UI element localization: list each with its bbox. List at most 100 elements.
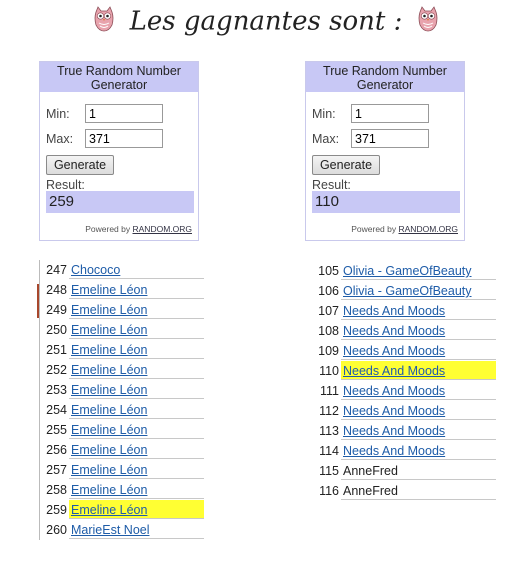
participant-link[interactable]: Needs And Moods: [341, 421, 496, 440]
row-number: 260: [46, 523, 67, 537]
table-row: 256 Emeline Léon: [40, 440, 205, 460]
row-number: 250: [46, 323, 67, 337]
table-row: 112 Needs And Moods: [312, 401, 496, 421]
table-row: 107 Needs And Moods: [312, 301, 496, 321]
powered-by-text: Powered by: [85, 224, 131, 234]
powered-by: Powered by RANDOM.ORG: [85, 224, 192, 234]
table-row: 108 Needs And Moods: [312, 321, 496, 341]
table-row: 111 Needs And Moods: [312, 381, 496, 401]
spreadsheet-right: 105 Olivia - GameOfBeauty 106 Olivia - Game…: [312, 261, 496, 501]
table-row: 258 Emeline Léon: [40, 480, 205, 500]
table-row: 257 Emeline Léon: [40, 460, 205, 480]
powered-by-text: Powered by: [351, 224, 397, 234]
participant-link[interactable]: Emeline Léon: [69, 340, 204, 359]
participant-link[interactable]: Emeline Léon: [69, 320, 204, 339]
participant-link[interactable]: Emeline Léon: [69, 360, 204, 379]
participant-link[interactable]: Needs And Moods: [341, 341, 496, 360]
table-row: 260 MarieEst Noel: [40, 520, 205, 540]
participant-link[interactable]: Emeline Léon: [69, 400, 204, 419]
participant-name: AnneFred: [341, 461, 496, 480]
row-number: 254: [46, 403, 67, 417]
table-row: 251 Emeline Léon: [40, 340, 205, 360]
min-label: Min:: [46, 107, 70, 121]
participant-link[interactable]: Olivia - GameOfBeauty: [341, 261, 496, 280]
powered-by: Powered by RANDOM.ORG: [351, 224, 458, 234]
max-input[interactable]: [85, 129, 163, 148]
max-label: Max:: [312, 132, 340, 146]
participant-link[interactable]: Emeline Léon: [69, 460, 204, 479]
table-row: 259 Emeline Léon: [40, 500, 205, 520]
min-input[interactable]: [85, 104, 163, 123]
participant-link[interactable]: Needs And Moods: [341, 441, 496, 460]
row-number: 258: [46, 483, 67, 497]
page-title: Les gagnantes sont :: [0, 6, 532, 39]
table-row: 248 Emeline Léon: [40, 280, 205, 300]
min-label: Min:: [312, 107, 336, 121]
row-number: 110: [319, 364, 339, 378]
row-number: 106: [318, 284, 339, 298]
table-row: 249 Emeline Léon: [40, 300, 205, 320]
row-number: 251: [46, 343, 67, 357]
participant-name: AnneFred: [341, 481, 496, 500]
row-number: 252: [46, 363, 67, 377]
random-org-link[interactable]: RANDOM.ORG: [399, 224, 459, 234]
row-number: 109: [318, 344, 339, 358]
participant-link[interactable]: Emeline Léon: [69, 280, 204, 299]
table-row: 116 AnneFred: [312, 481, 496, 501]
table-row: 247 Chococo: [40, 260, 205, 280]
owl-icon: [93, 6, 115, 39]
generator-title: True Random Number Generator: [40, 62, 198, 92]
title-text: Les gagnantes sont :: [129, 6, 403, 37]
owl-icon: [417, 6, 439, 39]
row-number: 249: [46, 303, 67, 317]
row-number: 116: [319, 484, 339, 498]
result-value: 110: [312, 191, 460, 213]
row-number: 257: [46, 463, 67, 477]
row-number: 248: [46, 283, 67, 297]
random-org-link[interactable]: RANDOM.ORG: [133, 224, 193, 234]
row-number: 259: [46, 503, 67, 517]
generate-button[interactable]: Generate: [46, 155, 114, 175]
table-row: 105 Olivia - GameOfBeauty: [312, 261, 496, 281]
participant-link[interactable]: Emeline Léon: [69, 480, 204, 499]
row-number: 112: [319, 404, 339, 418]
participant-link[interactable]: Needs And Moods: [341, 321, 496, 340]
participant-link[interactable]: Emeline Léon: [69, 500, 204, 519]
min-input[interactable]: [351, 104, 429, 123]
participant-link[interactable]: MarieEst Noel: [69, 520, 204, 539]
row-number: 113: [319, 424, 339, 438]
table-row: 114 Needs And Moods: [312, 441, 496, 461]
participant-link[interactable]: Olivia - GameOfBeauty: [341, 281, 496, 300]
participant-link[interactable]: Emeline Léon: [69, 380, 204, 399]
participant-link[interactable]: Needs And Moods: [341, 361, 496, 380]
table-row: 106 Olivia - GameOfBeauty: [312, 281, 496, 301]
generate-button[interactable]: Generate: [312, 155, 380, 175]
participant-link[interactable]: Needs And Moods: [341, 381, 496, 400]
participant-link[interactable]: Chococo: [69, 260, 204, 279]
result-value: 259: [46, 191, 194, 213]
row-number: 114: [319, 444, 339, 458]
participant-link[interactable]: Emeline Léon: [69, 440, 204, 459]
result-label: Result:: [312, 178, 351, 192]
participant-link[interactable]: Emeline Léon: [69, 420, 204, 439]
row-number: 105: [318, 264, 339, 278]
row-number: 115: [319, 464, 339, 478]
table-row: 255 Emeline Léon: [40, 420, 205, 440]
participant-link[interactable]: Needs And Moods: [341, 401, 496, 420]
table-row: 253 Emeline Léon: [40, 380, 205, 400]
table-row: 115 AnneFred: [312, 461, 496, 481]
participant-link[interactable]: Emeline Léon: [69, 300, 204, 319]
result-label: Result:: [46, 178, 85, 192]
max-input[interactable]: [351, 129, 429, 148]
table-row: 254 Emeline Léon: [40, 400, 205, 420]
generator-title: True Random Number Generator: [306, 62, 464, 92]
row-number: 255: [46, 423, 67, 437]
table-row: 250 Emeline Léon: [40, 320, 205, 340]
row-number: 111: [319, 384, 339, 398]
table-row: 109 Needs And Moods: [312, 341, 496, 361]
max-label: Max:: [46, 132, 74, 146]
participant-link[interactable]: Needs And Moods: [341, 301, 496, 320]
table-row: 110 Needs And Moods: [312, 361, 496, 381]
row-number: 253: [46, 383, 67, 397]
row-number: 256: [46, 443, 67, 457]
